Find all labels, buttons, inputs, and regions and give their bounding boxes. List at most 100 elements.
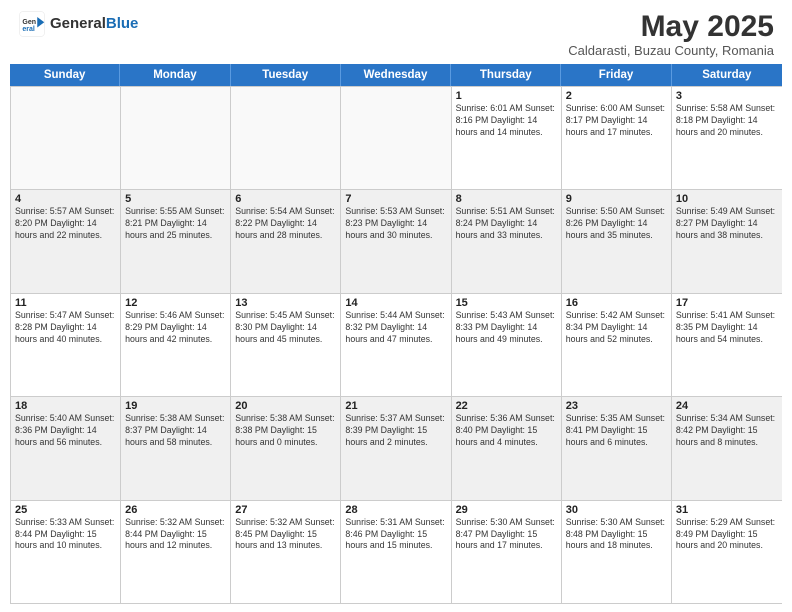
day-info: Sunrise: 5:47 AM Sunset: 8:28 PM Dayligh…: [15, 310, 116, 346]
title-month: May 2025: [568, 10, 774, 43]
day-cell-28: 28Sunrise: 5:31 AM Sunset: 8:46 PM Dayli…: [341, 501, 451, 603]
day-info: Sunrise: 5:38 AM Sunset: 8:38 PM Dayligh…: [235, 413, 336, 449]
day-info: Sunrise: 5:35 AM Sunset: 8:41 PM Dayligh…: [566, 413, 667, 449]
day-cell-20: 20Sunrise: 5:38 AM Sunset: 8:38 PM Dayli…: [231, 397, 341, 499]
day-cell-19: 19Sunrise: 5:38 AM Sunset: 8:37 PM Dayli…: [121, 397, 231, 499]
calendar-body: 1Sunrise: 6:01 AM Sunset: 8:16 PM Daylig…: [10, 86, 782, 604]
day-cell-18: 18Sunrise: 5:40 AM Sunset: 8:36 PM Dayli…: [11, 397, 121, 499]
logo-text: GeneralBlue: [50, 15, 138, 33]
day-number: 24: [676, 400, 778, 412]
day-cell-29: 29Sunrise: 5:30 AM Sunset: 8:47 PM Dayli…: [452, 501, 562, 603]
day-info: Sunrise: 5:50 AM Sunset: 8:26 PM Dayligh…: [566, 206, 667, 242]
day-info: Sunrise: 5:42 AM Sunset: 8:34 PM Dayligh…: [566, 310, 667, 346]
day-info: Sunrise: 5:37 AM Sunset: 8:39 PM Dayligh…: [345, 413, 446, 449]
header-day-friday: Friday: [561, 64, 671, 86]
day-cell-14: 14Sunrise: 5:44 AM Sunset: 8:32 PM Dayli…: [341, 294, 451, 396]
day-info: Sunrise: 5:38 AM Sunset: 8:37 PM Dayligh…: [125, 413, 226, 449]
header-day-thursday: Thursday: [451, 64, 561, 86]
day-info: Sunrise: 5:49 AM Sunset: 8:27 PM Dayligh…: [676, 206, 778, 242]
day-cell-12: 12Sunrise: 5:46 AM Sunset: 8:29 PM Dayli…: [121, 294, 231, 396]
day-info: Sunrise: 5:30 AM Sunset: 8:47 PM Dayligh…: [456, 517, 557, 553]
day-info: Sunrise: 5:41 AM Sunset: 8:35 PM Dayligh…: [676, 310, 778, 346]
day-info: Sunrise: 5:46 AM Sunset: 8:29 PM Dayligh…: [125, 310, 226, 346]
day-number: 15: [456, 297, 557, 309]
day-cell-10: 10Sunrise: 5:49 AM Sunset: 8:27 PM Dayli…: [672, 190, 782, 292]
day-number: 25: [15, 504, 116, 516]
day-number: 5: [125, 193, 226, 205]
day-number: 14: [345, 297, 446, 309]
day-cell-7: 7Sunrise: 5:53 AM Sunset: 8:23 PM Daylig…: [341, 190, 451, 292]
day-cell-2: 2Sunrise: 6:00 AM Sunset: 8:17 PM Daylig…: [562, 87, 672, 189]
day-info: Sunrise: 6:00 AM Sunset: 8:17 PM Dayligh…: [566, 103, 667, 139]
header-day-wednesday: Wednesday: [341, 64, 451, 86]
day-number: 31: [676, 504, 778, 516]
header: Gen eral GeneralBlue May 2025 Caldarasti…: [0, 0, 792, 64]
logo: Gen eral GeneralBlue: [18, 10, 138, 38]
day-number: 6: [235, 193, 336, 205]
day-cell-9: 9Sunrise: 5:50 AM Sunset: 8:26 PM Daylig…: [562, 190, 672, 292]
day-number: 13: [235, 297, 336, 309]
day-info: Sunrise: 5:55 AM Sunset: 8:21 PM Dayligh…: [125, 206, 226, 242]
day-number: 10: [676, 193, 778, 205]
day-info: Sunrise: 5:43 AM Sunset: 8:33 PM Dayligh…: [456, 310, 557, 346]
calendar: SundayMondayTuesdayWednesdayThursdayFrid…: [0, 64, 792, 612]
day-number: 8: [456, 193, 557, 205]
day-info: Sunrise: 5:34 AM Sunset: 8:42 PM Dayligh…: [676, 413, 778, 449]
day-cell-30: 30Sunrise: 5:30 AM Sunset: 8:48 PM Dayli…: [562, 501, 672, 603]
day-info: Sunrise: 5:33 AM Sunset: 8:44 PM Dayligh…: [15, 517, 116, 553]
title-block: May 2025 Caldarasti, Buzau County, Roman…: [568, 10, 774, 58]
day-info: Sunrise: 5:29 AM Sunset: 8:49 PM Dayligh…: [676, 517, 778, 553]
day-cell-4: 4Sunrise: 5:57 AM Sunset: 8:20 PM Daylig…: [11, 190, 121, 292]
day-number: 26: [125, 504, 226, 516]
day-info: Sunrise: 5:44 AM Sunset: 8:32 PM Dayligh…: [345, 310, 446, 346]
day-number: 18: [15, 400, 116, 412]
svg-text:eral: eral: [22, 26, 35, 33]
empty-cell-0-3: [341, 87, 451, 189]
day-cell-23: 23Sunrise: 5:35 AM Sunset: 8:41 PM Dayli…: [562, 397, 672, 499]
day-number: 17: [676, 297, 778, 309]
day-number: 16: [566, 297, 667, 309]
day-number: 22: [456, 400, 557, 412]
header-day-tuesday: Tuesday: [231, 64, 341, 86]
logo-general: General: [50, 15, 106, 32]
day-cell-11: 11Sunrise: 5:47 AM Sunset: 8:28 PM Dayli…: [11, 294, 121, 396]
day-number: 1: [456, 90, 557, 102]
week-row-2: 11Sunrise: 5:47 AM Sunset: 8:28 PM Dayli…: [11, 293, 782, 396]
week-row-4: 25Sunrise: 5:33 AM Sunset: 8:44 PM Dayli…: [11, 500, 782, 603]
empty-cell-0-1: [121, 87, 231, 189]
header-day-monday: Monday: [120, 64, 230, 86]
day-info: Sunrise: 5:31 AM Sunset: 8:46 PM Dayligh…: [345, 517, 446, 553]
logo-blue: Blue: [106, 15, 139, 32]
day-info: Sunrise: 5:36 AM Sunset: 8:40 PM Dayligh…: [456, 413, 557, 449]
day-info: Sunrise: 5:32 AM Sunset: 8:44 PM Dayligh…: [125, 517, 226, 553]
day-cell-31: 31Sunrise: 5:29 AM Sunset: 8:49 PM Dayli…: [672, 501, 782, 603]
day-number: 19: [125, 400, 226, 412]
day-cell-27: 27Sunrise: 5:32 AM Sunset: 8:45 PM Dayli…: [231, 501, 341, 603]
day-cell-22: 22Sunrise: 5:36 AM Sunset: 8:40 PM Dayli…: [452, 397, 562, 499]
calendar-header: SundayMondayTuesdayWednesdayThursdayFrid…: [10, 64, 782, 86]
day-cell-1: 1Sunrise: 6:01 AM Sunset: 8:16 PM Daylig…: [452, 87, 562, 189]
empty-cell-0-0: [11, 87, 121, 189]
day-number: 23: [566, 400, 667, 412]
day-cell-8: 8Sunrise: 5:51 AM Sunset: 8:24 PM Daylig…: [452, 190, 562, 292]
day-cell-26: 26Sunrise: 5:32 AM Sunset: 8:44 PM Dayli…: [121, 501, 231, 603]
day-number: 27: [235, 504, 336, 516]
day-info: Sunrise: 5:54 AM Sunset: 8:22 PM Dayligh…: [235, 206, 336, 242]
day-info: Sunrise: 5:30 AM Sunset: 8:48 PM Dayligh…: [566, 517, 667, 553]
logo-icon: Gen eral: [18, 10, 46, 38]
day-info: Sunrise: 5:40 AM Sunset: 8:36 PM Dayligh…: [15, 413, 116, 449]
day-number: 3: [676, 90, 778, 102]
day-info: Sunrise: 5:45 AM Sunset: 8:30 PM Dayligh…: [235, 310, 336, 346]
day-info: Sunrise: 5:57 AM Sunset: 8:20 PM Dayligh…: [15, 206, 116, 242]
empty-cell-0-2: [231, 87, 341, 189]
day-cell-6: 6Sunrise: 5:54 AM Sunset: 8:22 PM Daylig…: [231, 190, 341, 292]
day-number: 21: [345, 400, 446, 412]
week-row-0: 1Sunrise: 6:01 AM Sunset: 8:16 PM Daylig…: [11, 86, 782, 189]
day-cell-3: 3Sunrise: 5:58 AM Sunset: 8:18 PM Daylig…: [672, 87, 782, 189]
day-info: Sunrise: 5:53 AM Sunset: 8:23 PM Dayligh…: [345, 206, 446, 242]
day-cell-17: 17Sunrise: 5:41 AM Sunset: 8:35 PM Dayli…: [672, 294, 782, 396]
day-number: 12: [125, 297, 226, 309]
day-number: 20: [235, 400, 336, 412]
page: Gen eral GeneralBlue May 2025 Caldarasti…: [0, 0, 792, 612]
day-number: 29: [456, 504, 557, 516]
